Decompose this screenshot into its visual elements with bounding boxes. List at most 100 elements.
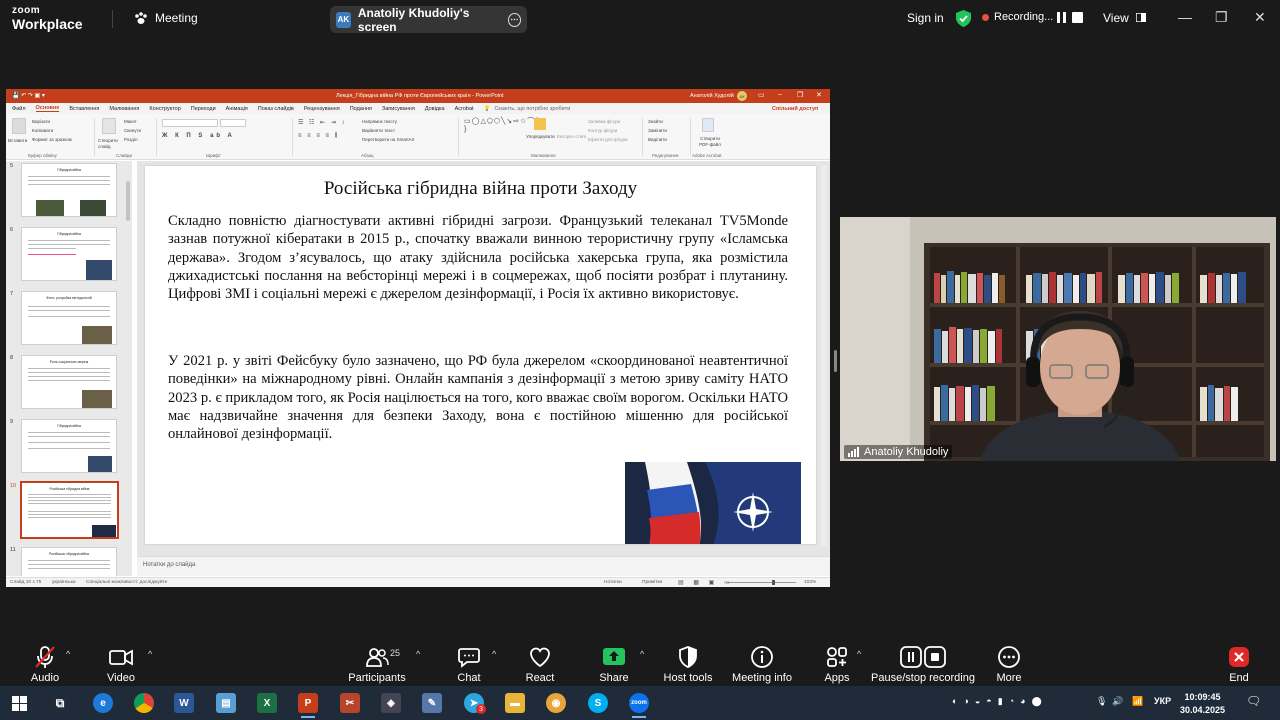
split-resize-handle[interactable] <box>834 350 837 372</box>
stop-recording-icon[interactable] <box>1072 12 1083 23</box>
paint-icon[interactable]: ✎ <box>422 693 442 713</box>
arrange-button[interactable]: Упорядкувати <box>526 134 555 139</box>
zoom-slider-thumb[interactable] <box>772 580 775 585</box>
edge-browser-icon[interactable]: e <box>93 693 113 713</box>
zoom-level[interactable]: 103% <box>804 580 816 585</box>
create-pdf-button[interactable]: Створити PDF-файл <box>696 136 724 148</box>
quick-access-toolbar[interactable]: 💾 ↶ ↷ ▣ ▾ <box>12 92 45 99</box>
cut-button[interactable]: Вирізати <box>32 119 50 124</box>
tab-home[interactable]: Основне <box>35 105 60 112</box>
pause-stop-recording-button[interactable]: Pause/stop recording <box>871 637 975 685</box>
ppt-restore-icon[interactable]: ❐ <box>797 91 803 99</box>
replace-button[interactable]: Замінити <box>648 128 667 133</box>
thumbnail-slide-5[interactable]: Гібридна війна <box>21 163 117 217</box>
tab-review[interactable]: Рецензування <box>304 106 340 112</box>
slide-title[interactable]: Російська гібридна війна проти Заходу <box>145 178 816 200</box>
tab-insert[interactable]: Вставлення <box>69 106 99 112</box>
chrome-icon[interactable] <box>134 693 154 713</box>
quick-styles-button[interactable]: Експрес-стилі <box>557 134 586 139</box>
skype-icon[interactable]: S <box>588 693 608 713</box>
participant-video-tile[interactable]: Anatoliy Khudoliy <box>840 217 1276 461</box>
text-direction-button[interactable]: Напрямок тексту <box>362 119 397 124</box>
network-icon[interactable]: 📶 <box>1132 696 1143 707</box>
view-menu-button[interactable]: View <box>1103 11 1147 25</box>
thumbnail-slide-9[interactable]: Гібридна війна <box>21 419 117 473</box>
security-shield-icon[interactable] <box>956 10 971 27</box>
new-slide-icon[interactable] <box>102 118 116 134</box>
paste-icon[interactable] <box>12 118 26 134</box>
copy-button[interactable]: Копіювати <box>32 128 53 133</box>
reset-button[interactable]: Скинути <box>124 128 141 133</box>
zoom-taskbar-icon[interactable]: zoom <box>629 693 649 718</box>
user-avatar[interactable]: АХ <box>737 91 747 101</box>
notes-toggle[interactable]: Нотатки <box>604 580 622 585</box>
format-painter-button[interactable]: Формат за зразком <box>32 137 72 142</box>
thumbnail-slide-7[interactable]: Фото: розробка методологій <box>21 291 117 345</box>
tab-file[interactable]: Файл <box>12 106 26 112</box>
participants-button[interactable]: Participants <box>332 637 422 685</box>
maximize-icon[interactable]: ❐ <box>1215 9 1228 26</box>
align-icons[interactable]: ≡ ≡ ≡ ≡ ⫼ <box>298 133 339 140</box>
powerpoint-icon[interactable]: P <box>298 693 318 718</box>
tab-slideshow[interactable]: Показ слайдів <box>258 106 294 112</box>
accessibility-checker[interactable]: Спеціальні можливості: досліджуйте <box>86 580 167 585</box>
slide-editing-area[interactable]: Російська гібридна війна проти Заходу Ск… <box>137 161 830 556</box>
more-options-icon[interactable]: ⋯ <box>507 12 521 27</box>
thumbnails-scrollbar[interactable] <box>126 181 130 221</box>
participants-options-caret-icon[interactable]: ^ <box>416 649 420 659</box>
word-icon[interactable]: W <box>174 693 194 713</box>
notepad-icon[interactable]: ▤ <box>216 693 236 713</box>
russia-nato-flags-image[interactable] <box>625 462 801 544</box>
tab-view[interactable]: Подання <box>350 106 372 112</box>
shape-fill-button[interactable]: Заливка фігури <box>588 119 620 124</box>
close-icon[interactable]: ✕ <box>1254 9 1266 26</box>
tab-recording[interactable]: Записування <box>382 106 415 112</box>
apps-options-caret-icon[interactable]: ^ <box>857 649 861 659</box>
align-text-button[interactable]: Вирівняти текст <box>362 128 395 133</box>
video-options-caret-icon[interactable]: ^ <box>148 649 152 659</box>
input-language[interactable]: УКР <box>1154 696 1171 706</box>
zoom-slider[interactable] <box>726 582 796 583</box>
slide-paragraph-1[interactable]: Складно повністю діагностувати активні г… <box>168 212 788 303</box>
file-explorer-icon[interactable]: ▬ <box>505 693 525 713</box>
find-button[interactable]: Знайти <box>648 119 663 124</box>
user-name[interactable]: Анатолій Худолій <box>690 93 734 99</box>
font-name-select[interactable] <box>162 119 218 127</box>
excel-icon[interactable]: X <box>257 693 277 713</box>
notifications-icon[interactable]: 🗨 <box>1246 694 1261 708</box>
language-indicator[interactable]: українська <box>52 580 76 585</box>
pdf-icon[interactable] <box>702 118 714 132</box>
thumbnail-slide-10[interactable]: Російська гібридна війна <box>20 481 119 539</box>
layout-button[interactable]: Макет <box>124 119 137 124</box>
microphone-tray-icon[interactable]: 🎙 <box>1096 696 1107 707</box>
share-button[interactable]: Спільний доступ <box>772 106 818 112</box>
ppt-minimize-icon[interactable]: – <box>778 91 782 98</box>
more-button[interactable]: More <box>964 637 1054 685</box>
slide-thumbnails-pane[interactable]: 5 Гібридна війна 6 Гібридна війна 7 Фото… <box>6 161 132 576</box>
system-tray-icons[interactable]: ◐◑◒◓▮◔◕⬤ <box>952 696 1048 707</box>
current-slide[interactable]: Російська гібридна війна проти Заходу Ск… <box>145 166 816 544</box>
section-button[interactable]: Розділ <box>124 137 137 142</box>
tab-animations[interactable]: Анімація <box>226 106 248 112</box>
end-meeting-button[interactable]: End <box>1194 637 1280 685</box>
volume-icon[interactable]: 🔊 <box>1112 696 1123 707</box>
sign-in-link[interactable]: Sign in <box>907 11 944 25</box>
screen-share-pill[interactable]: AK Anatoliy Khudoliy's screen ⋯ <box>330 6 527 34</box>
new-slide-button[interactable]: Створити слайд <box>98 138 124 150</box>
thumbnail-slide-11[interactable]: Російська гібридна війна <box>21 547 117 576</box>
tab-acrobat[interactable]: Acrobat <box>455 106 474 112</box>
task-view-icon[interactable]: ⧉ <box>50 693 70 713</box>
shape-outline-button[interactable]: Контур фігури <box>588 128 617 133</box>
tab-transitions[interactable]: Переходи <box>191 106 216 112</box>
shape-effects-button[interactable]: Ефекти для фігури <box>588 137 628 142</box>
meeting-button[interactable]: Meeting <box>134 11 198 25</box>
list-icons[interactable]: ☰ ☷ ⇤ ⇥ ↕ <box>298 119 346 126</box>
browser-icon[interactable]: ◉ <box>546 693 566 713</box>
select-button[interactable]: Виділити <box>648 137 667 142</box>
system-clock[interactable]: 10:09:45 30.04.2025 <box>1180 691 1225 717</box>
font-size-select[interactable] <box>220 119 246 127</box>
tell-me-search[interactable]: Скажіть, що потрібно зробити <box>494 106 570 112</box>
paste-button[interactable]: Вставити <box>8 138 27 143</box>
minimize-icon[interactable]: — <box>1178 9 1192 25</box>
arrange-icon[interactable] <box>534 118 546 130</box>
